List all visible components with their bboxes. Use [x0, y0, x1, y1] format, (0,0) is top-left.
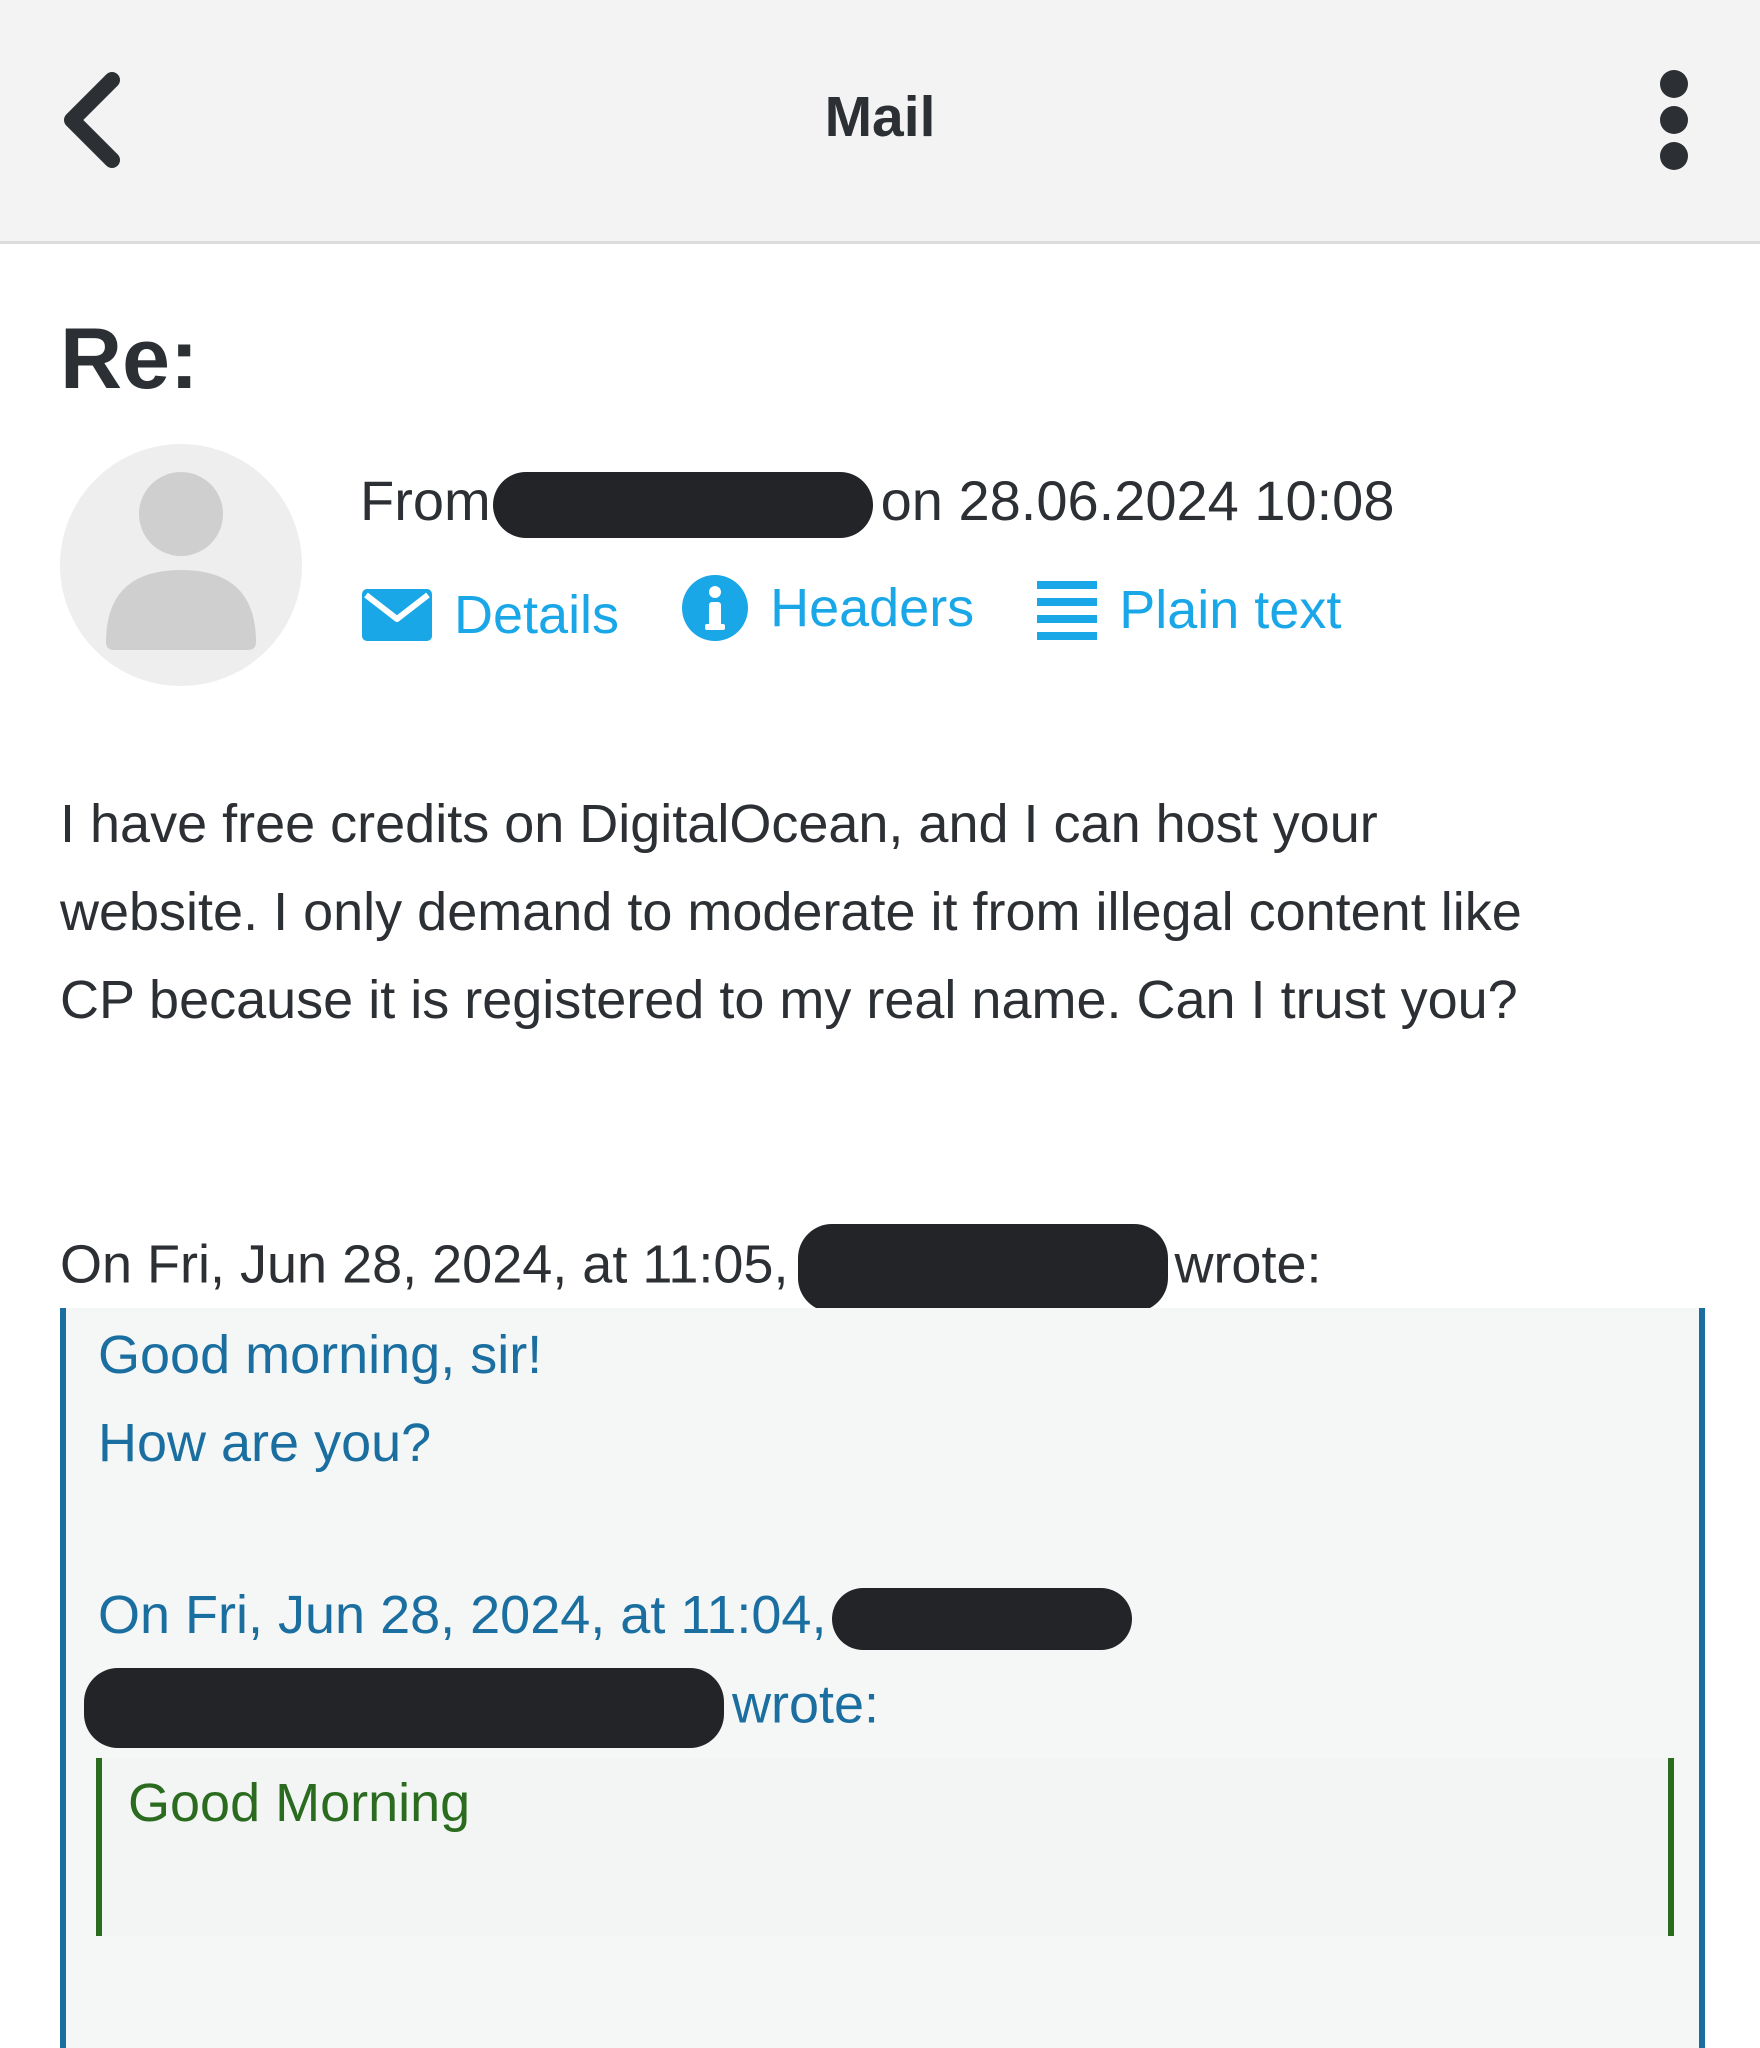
user-placeholder-icon — [106, 472, 256, 650]
avatar — [60, 444, 302, 686]
body-line: CP because it is registered to my real n… — [60, 970, 1518, 1030]
nested-quote-attribution-cont: wrote: — [84, 1668, 879, 1748]
more-options-button[interactable] — [1640, 60, 1720, 180]
body-line: website. I only demand to moderate it fr… — [60, 882, 1522, 942]
envelope-icon — [362, 589, 432, 641]
message-body: I have free credits on DigitalOcean, and… — [60, 780, 1720, 1044]
sent-date: on 28.06.2024 10:08 — [880, 469, 1395, 532]
redacted-email — [84, 1668, 724, 1748]
details-link[interactable]: Details — [362, 584, 619, 646]
quoted-message: Good morning, sir! How are you? On Fri, … — [60, 1308, 1705, 2048]
quoted-line: Good morning, sir! — [98, 1325, 543, 1385]
page-title: Mail — [824, 85, 936, 149]
headers-label: Headers — [770, 578, 975, 638]
nested-quoted-line: Good Morning — [128, 1773, 471, 1833]
more-vertical-icon — [1660, 70, 1688, 170]
plain-text-label: Plain text — [1119, 580, 1342, 640]
body-line: I have free credits on DigitalOcean, and… — [60, 794, 1378, 854]
sender-line: From on 28.06.2024 10:08 — [360, 468, 1395, 539]
plain-text-link[interactable]: Plain text — [1037, 579, 1341, 641]
details-label: Details — [454, 585, 620, 645]
redacted-name — [832, 1587, 1133, 1650]
mail-subject: Re: — [60, 311, 199, 407]
lines-icon — [1037, 581, 1098, 640]
quoted-line: How are you? — [98, 1413, 432, 1473]
nested-quote-attribution: On Fri, Jun 28, 2024, at 11:04, — [98, 1584, 1133, 1650]
headers-link[interactable]: Headers — [682, 575, 974, 641]
wrote-label: wrote: — [1174, 1234, 1322, 1295]
info-icon — [682, 575, 749, 641]
message-actions: Details Headers Plain text — [362, 575, 1389, 654]
redacted-sender — [492, 472, 873, 539]
nested-quoted-message: Good Morning — [96, 1758, 1674, 1936]
nested-quote-date: On Fri, Jun 28, 2024, at 11:04, — [98, 1585, 827, 1645]
quote-date: On Fri, Jun 28, 2024, at 11:05, — [60, 1234, 789, 1295]
redacted-name — [798, 1224, 1169, 1312]
wrote-label: wrote: — [732, 1674, 880, 1735]
quote-attribution: On Fri, Jun 28, 2024, at 11:05, wrote: — [60, 1224, 1322, 1312]
top-app-bar: Mail — [0, 0, 1760, 244]
from-label: From — [360, 469, 491, 532]
